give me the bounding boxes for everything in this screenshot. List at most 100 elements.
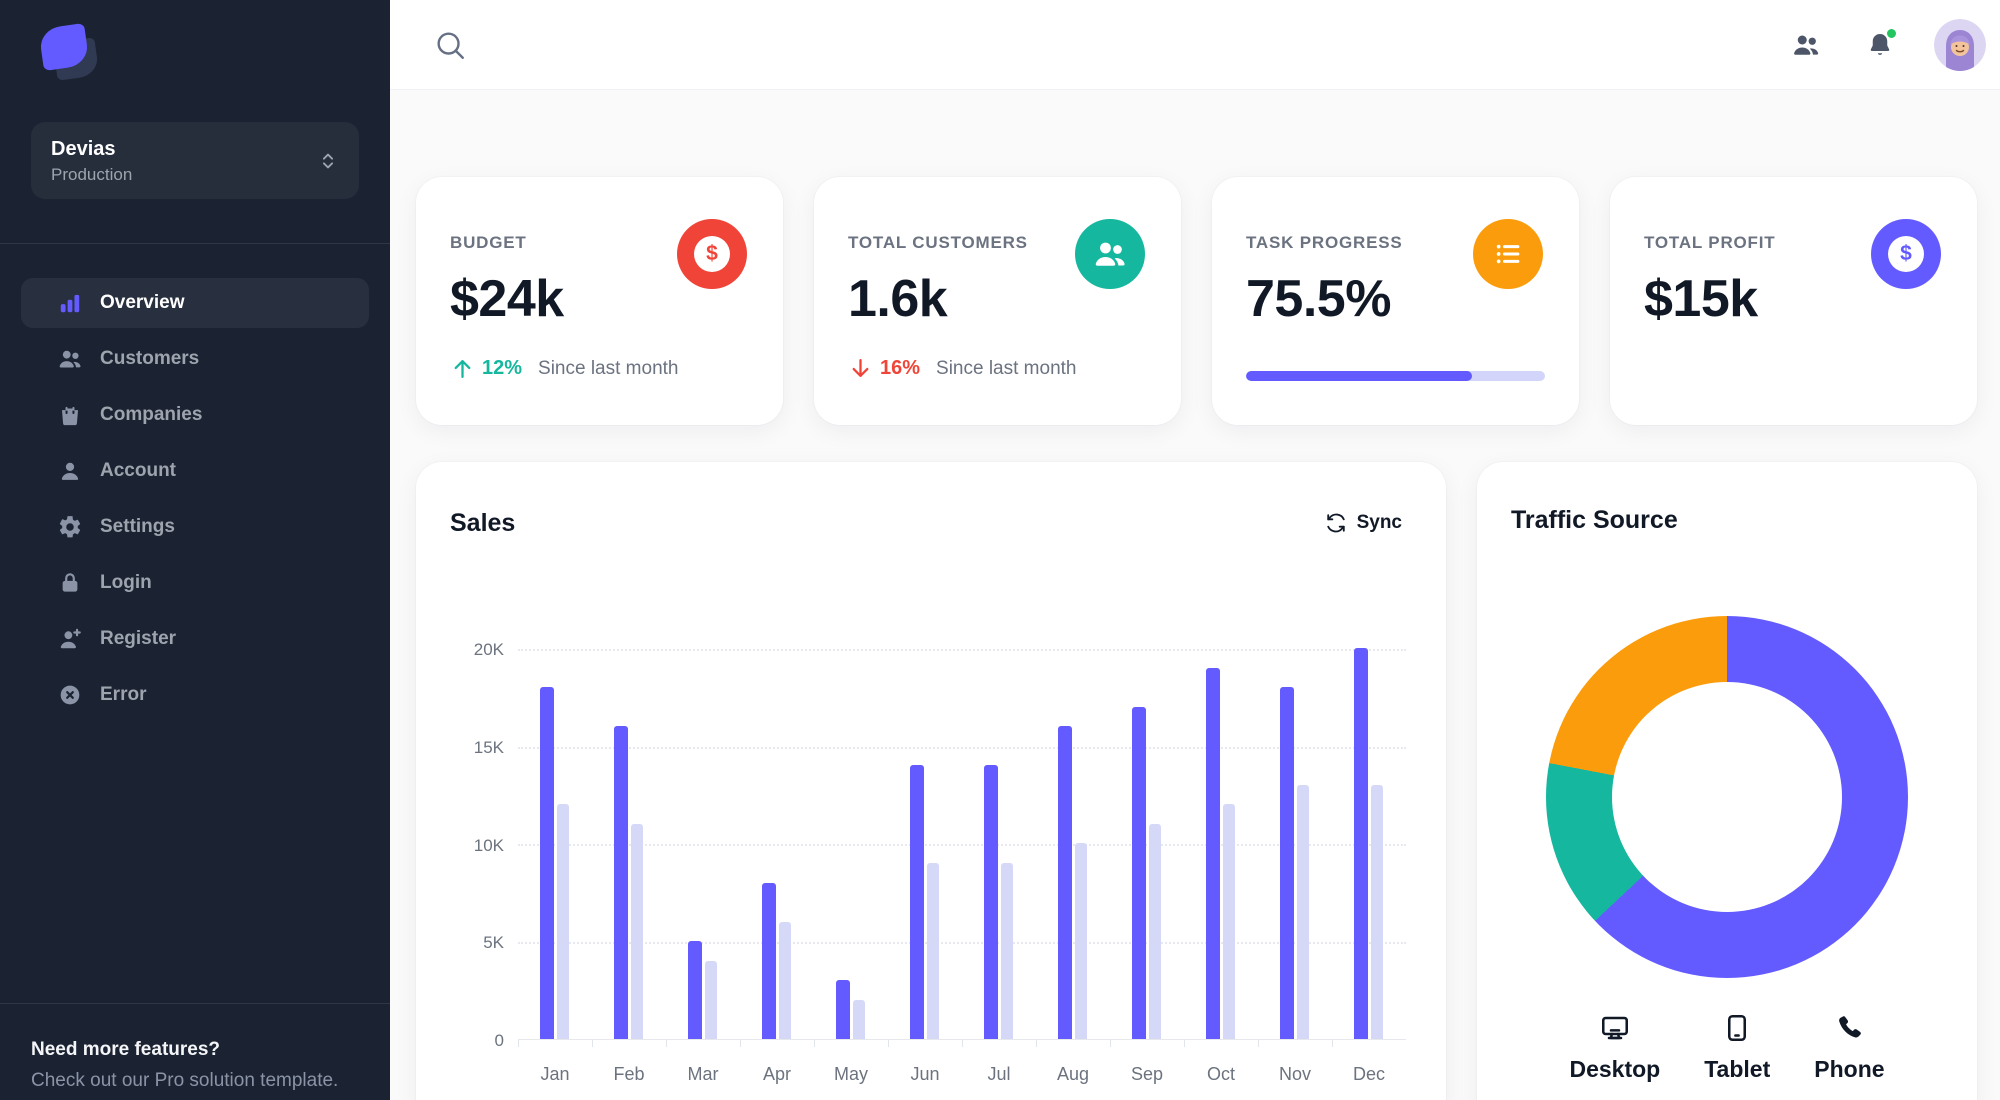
stats-row: BUDGET $24k $ 12% Since last month TOTAL… (416, 177, 1977, 425)
trend-caption: Since last month (538, 357, 679, 379)
bar-secondary (705, 961, 717, 1039)
bar-secondary (853, 1000, 865, 1039)
desktop-icon (1601, 1016, 1628, 1040)
bar-secondary (631, 824, 643, 1039)
chart-bar-icon (57, 290, 83, 316)
task-progress-fill (1246, 371, 1472, 381)
sales-bar-plot: Jan Feb Mar Apr May Jun Jul Aug Sep Oct Nov Dec (518, 648, 1406, 1084)
bar-secondary (1075, 843, 1087, 1039)
sidebar-item-error[interactable]: Error (21, 670, 369, 720)
trend-caption: Since last month (936, 357, 1077, 379)
sidebar-divider (0, 243, 390, 244)
sidebar-item-companies[interactable]: Companies (21, 390, 369, 440)
x-axis-label: Sep (1130, 1064, 1164, 1084)
users-icon (57, 346, 83, 372)
bar-primary (910, 765, 924, 1039)
sidebar-item-label: Customers (100, 348, 200, 369)
x-axis-label: Jan (540, 1064, 570, 1084)
bar-primary (688, 941, 702, 1039)
x-axis-label: Jun (910, 1064, 940, 1084)
notifications-bell-icon[interactable] (1860, 25, 1900, 65)
legend-label: Desktop (1569, 1056, 1661, 1082)
y-tick-label: 5K (483, 933, 504, 953)
bar-group-nov: Nov (1258, 649, 1332, 1084)
bar-primary (540, 687, 554, 1039)
task-progress-card: TASK PROGRESS 75.5% (1212, 177, 1579, 425)
bar-group-mar: Mar (666, 649, 740, 1084)
caret-up-down-icon (322, 153, 334, 168)
bar-secondary (1149, 824, 1161, 1039)
device-tablet-icon (1728, 1015, 1747, 1042)
dollar-icon: $ (1871, 219, 1941, 289)
legend-label: Tablet (1704, 1056, 1771, 1082)
y-tick-label: 15K (473, 737, 504, 757)
bar-group-jun: Jun (888, 649, 962, 1084)
sidebar-item-overview[interactable]: Overview (21, 278, 369, 328)
sidebar-item-login[interactable]: Login (21, 558, 369, 608)
bar-group-may: May (814, 649, 888, 1084)
legend-item-phone: Phone (1814, 1012, 1885, 1083)
bar-primary (1354, 648, 1368, 1039)
bar-primary (1280, 687, 1294, 1039)
arrows-clockwise-icon (1326, 513, 1345, 533)
bar-group-feb: Feb (592, 649, 666, 1084)
trend-percent: 16% (880, 357, 921, 379)
sidebar-item-label: Overview (100, 292, 185, 313)
bar-secondary (779, 922, 791, 1039)
sales-title: Sales (450, 508, 516, 537)
total-customers-card: TOTAL CUSTOMERS 1.6k 16% Since last mont… (814, 177, 1181, 425)
x-axis-label: Oct (1206, 1064, 1235, 1084)
sidebar-item-label: Login (100, 572, 152, 593)
bar-secondary (1371, 785, 1383, 1039)
arrow-down-icon (852, 359, 869, 377)
traffic-source-card: Traffic Source Desktop Tablet Phone (1477, 462, 1977, 1100)
x-axis-label: Apr (762, 1064, 791, 1084)
search-icon[interactable] (428, 23, 472, 67)
y-tick-label: 20K (473, 640, 504, 659)
trend-row: 16% Since last month (848, 356, 1077, 381)
lock-icon (57, 570, 83, 596)
contacts-icon[interactable] (1786, 25, 1826, 65)
sidebar-item-register[interactable]: Register (21, 614, 369, 664)
user-avatar[interactable] (1934, 18, 1986, 71)
list-bullets-icon (1473, 219, 1543, 289)
sidebar-item-settings[interactable]: Settings (21, 502, 369, 552)
phone-icon (1839, 1016, 1862, 1038)
x-axis-label: Feb (613, 1064, 645, 1084)
gear-icon (57, 514, 83, 540)
sync-button[interactable]: Sync (1315, 506, 1412, 540)
bar-primary (614, 726, 628, 1039)
users-badge-icon (1075, 219, 1145, 289)
bar-group-aug: Aug (1036, 649, 1110, 1084)
legend-label: Phone (1814, 1056, 1885, 1082)
footer-subtitle: Check out our Pro solution template. (31, 1070, 339, 1091)
y-tick-label: 0 (494, 1031, 504, 1050)
trend-percent: 12% (482, 357, 523, 379)
workspace-environment: Production (51, 165, 133, 184)
workspace-name: Devias (51, 138, 116, 160)
bar-group-apr: Apr (740, 649, 814, 1084)
x-axis-label: Nov (1278, 1064, 1311, 1084)
sidebar-item-label: Companies (100, 404, 203, 425)
user-icon (57, 458, 83, 484)
traffic-donut (1546, 616, 1908, 978)
bar-secondary (1297, 785, 1309, 1039)
y-tick-label: 10K (473, 835, 504, 855)
sidebar-item-customers[interactable]: Customers (21, 334, 369, 384)
dollar-icon: $ (677, 219, 747, 289)
bar-secondary (927, 863, 939, 1039)
legend-item-desktop: Desktop (1569, 1012, 1660, 1083)
sidebar-nav: Overview Customers Companies Account Set… (21, 278, 369, 720)
sidebar: Devias Production Overview Customers Com… (0, 0, 390, 1100)
total-profit-card: TOTAL PROFIT $15k $ (1610, 177, 1977, 425)
x-axis-label: Aug (1056, 1064, 1090, 1084)
workspace-selector[interactable]: Devias Production (31, 122, 359, 199)
sidebar-item-label: Register (100, 628, 177, 649)
sidebar-item-account[interactable]: Account (21, 446, 369, 496)
sidebar-footer: Need more features? Check out our Pro so… (0, 1003, 390, 1100)
bar-primary (836, 980, 850, 1039)
trend-row: 12% Since last month (450, 356, 679, 381)
arrow-up-icon (454, 360, 471, 378)
bar-primary (984, 765, 998, 1039)
footer-title: Need more features? (31, 1039, 221, 1060)
